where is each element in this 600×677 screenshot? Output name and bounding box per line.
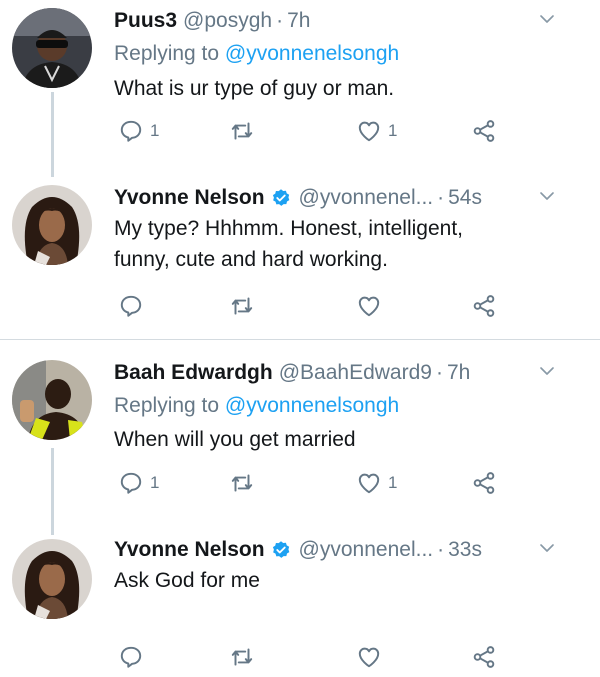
avatar[interactable] (12, 360, 92, 440)
retweet-icon (229, 470, 255, 496)
share-button[interactable] (471, 642, 497, 672)
like-button[interactable]: 1 (356, 116, 397, 146)
reply-icon (118, 118, 144, 144)
tweet-text-line: funny, cute and hard working. (114, 248, 388, 271)
share-icon (471, 644, 497, 670)
tweet-puus3[interactable]: Puus3 @posygh · 7h Replying to @yvonnene… (0, 4, 600, 154)
display-name[interactable]: Yvonne Nelson (114, 538, 265, 562)
retweet-button[interactable] (229, 116, 255, 146)
like-count: 1 (388, 121, 398, 140)
chevron-down-icon[interactable] (538, 187, 556, 205)
separator: · (437, 538, 445, 561)
like-button[interactable] (356, 642, 382, 672)
avatar[interactable] (12, 8, 92, 88)
tweet-header: Baah Edwardgh @BaahEdward9 · 7h (114, 358, 470, 388)
timestamp[interactable]: 54s (448, 186, 482, 210)
display-name[interactable]: Puus3 (114, 9, 177, 33)
thread-divider (0, 339, 600, 340)
reply-button[interactable] (118, 642, 144, 672)
separator: · (276, 9, 284, 32)
heart-icon (356, 644, 382, 670)
avatar[interactable] (12, 185, 92, 265)
mention-link[interactable]: @yvonnenelsongh (225, 42, 399, 65)
reply-button[interactable] (118, 291, 144, 321)
display-name[interactable]: Yvonne Nelson (114, 186, 265, 210)
replying-to: Replying to @yvonnenelsongh (114, 42, 399, 66)
reply-icon (118, 293, 144, 319)
user-handle[interactable]: @yvonnenel... (299, 186, 434, 210)
tweet-actions: 1 1 (0, 468, 600, 498)
retweet-button[interactable] (229, 291, 255, 321)
retweet-icon (229, 293, 255, 319)
share-button[interactable] (471, 116, 497, 146)
timestamp[interactable]: 7h (287, 9, 310, 33)
reply-count: 1 (150, 121, 160, 140)
tweet-yvonne-reply-2[interactable]: Yvonne Nelson @yvonnenel... · 33s Ask Go… (0, 535, 600, 675)
share-icon (471, 293, 497, 319)
tweet-baah-edwardgh[interactable]: Baah Edwardgh @BaahEdward9 · 7h Replying… (0, 356, 600, 506)
tweet-header: Yvonne Nelson @yvonnenel... · 33s (114, 535, 482, 565)
timestamp[interactable]: 33s (448, 538, 482, 562)
timestamp[interactable]: 7h (447, 361, 470, 385)
tweet-actions (0, 642, 600, 672)
tweet-text: Ask God for me (114, 569, 260, 592)
verified-badge-icon (271, 188, 291, 208)
tweet-text: When will you get married (114, 428, 356, 451)
share-button[interactable] (471, 468, 497, 498)
tweet-header: Yvonne Nelson @yvonnenel... · 54s (114, 183, 482, 213)
reply-count: 1 (150, 473, 160, 492)
separator: · (437, 186, 445, 209)
tweet-actions (0, 291, 600, 321)
tweet-text: My type? Hhhmm. Honest, intelligent, fun… (114, 213, 574, 275)
heart-icon (356, 118, 382, 144)
chevron-down-icon[interactable] (538, 10, 556, 28)
like-button[interactable] (356, 291, 382, 321)
heart-icon (356, 293, 382, 319)
user-handle[interactable]: @yvonnenel... (299, 538, 434, 562)
tweet-header: Puus3 @posygh · 7h (114, 6, 310, 36)
share-icon (471, 118, 497, 144)
retweet-icon (229, 644, 255, 670)
reply-button[interactable]: 1 (118, 468, 159, 498)
like-button[interactable]: 1 (356, 468, 397, 498)
replying-prefix: Replying to (114, 394, 225, 417)
replying-prefix: Replying to (114, 42, 225, 65)
tweet-yvonne-reply-1[interactable]: Yvonne Nelson @yvonnenel... · 54s My typ… (0, 181, 600, 331)
heart-icon (356, 470, 382, 496)
chevron-down-icon[interactable] (538, 539, 556, 557)
user-handle[interactable]: @BaahEdward9 (279, 361, 432, 385)
reply-button[interactable]: 1 (118, 116, 159, 146)
share-button[interactable] (471, 291, 497, 321)
retweet-button[interactable] (229, 642, 255, 672)
user-handle[interactable]: @posygh (183, 9, 272, 33)
like-count: 1 (388, 473, 398, 492)
chevron-down-icon[interactable] (538, 362, 556, 380)
reply-icon (118, 470, 144, 496)
mention-link[interactable]: @yvonnenelsongh (225, 394, 399, 417)
retweet-button[interactable] (229, 468, 255, 498)
verified-badge-icon (271, 540, 291, 560)
tweet-actions: 1 1 (0, 116, 600, 146)
tweet-text: What is ur type of guy or man. (114, 77, 395, 100)
tweet-text-line: My type? Hhhmm. Honest, intelligent, (114, 217, 463, 240)
reply-icon (118, 644, 144, 670)
separator: · (435, 361, 443, 384)
avatar[interactable] (12, 539, 92, 619)
display-name[interactable]: Baah Edwardgh (114, 361, 273, 385)
share-icon (471, 470, 497, 496)
replying-to: Replying to @yvonnenelsongh (114, 394, 399, 418)
retweet-icon (229, 118, 255, 144)
